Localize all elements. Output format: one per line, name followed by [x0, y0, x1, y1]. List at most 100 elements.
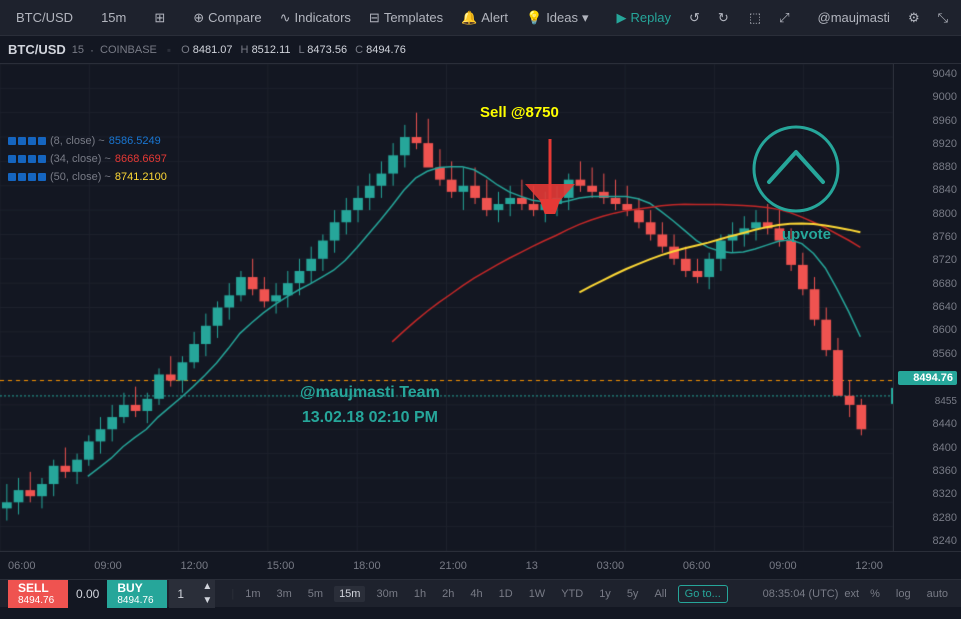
interval-grid-icon: ⊞ [154, 10, 165, 26]
quantity-up[interactable]: ▲ [199, 580, 215, 594]
time-0300: 03:00 [597, 560, 625, 572]
price-8920: 8920 [898, 138, 957, 150]
sell-annotation: Sell @8750 [480, 104, 559, 121]
price-8560: 8560 [898, 348, 957, 360]
time-1200: 12:00 [181, 560, 209, 572]
fullscreen-button[interactable]: ⤢ [771, 6, 797, 30]
open-value: 8481.07 [193, 44, 233, 56]
price-8720: 8720 [898, 254, 957, 266]
status-right: 08:35:04 (UTC) ext % log auto [763, 586, 953, 602]
interval-5m[interactable]: 5m [303, 586, 328, 602]
ideas-chevron: ▾ [582, 10, 589, 26]
ind-label-0: (8, close) ~ [50, 132, 105, 150]
low-label: L [299, 44, 305, 56]
price-8280: 8280 [898, 512, 957, 524]
indicators-button[interactable]: ∿ Indicators [272, 6, 359, 30]
sell-text: Sell @8750 [480, 104, 559, 121]
indicator-labels: (8, close) ~ 8586.5249 (34, close) ~ 866… [8, 132, 167, 186]
close-label: C [355, 44, 363, 56]
price-8640: 8640 [898, 301, 957, 313]
undo-icon: ↺ [689, 10, 700, 26]
log-button[interactable]: log [891, 586, 916, 602]
interval-selector[interactable]: 15m [93, 6, 134, 29]
price-8760: 8760 [898, 231, 957, 243]
interval-label: 15m [101, 10, 126, 25]
interval-1m[interactable]: 1m [240, 586, 265, 602]
sell-arrow [515, 134, 585, 219]
alert-button[interactable]: 🔔 Alert [453, 6, 516, 30]
user-menu[interactable]: @maujmasti [810, 6, 898, 29]
low-value: 8473.56 [307, 44, 347, 56]
sell-button[interactable]: SELL 8494.76 [8, 580, 68, 608]
price-8480: 8455 [898, 396, 957, 407]
team-annotation: @maujmasti Team 13.02.18 02:10 PM [300, 380, 440, 431]
close-value: 8494.76 [366, 44, 406, 56]
interval-1d[interactable]: 1D [494, 586, 518, 602]
redo-icon: ↻ [718, 10, 729, 26]
interval-30m[interactable]: 30m [371, 586, 402, 602]
price-9000: 9000 [898, 91, 957, 103]
price-9040: 9040 [898, 68, 957, 80]
expand-button[interactable]: ⤡ [930, 6, 956, 30]
quantity-arrows: ▲ ▼ [199, 580, 215, 608]
price-8400: 8400 [898, 442, 957, 454]
redo-button[interactable]: ↻ [710, 6, 737, 30]
time-0900: 09:00 [94, 560, 122, 572]
ideas-button[interactable]: 💡 Ideas ▾ [518, 6, 597, 30]
interval-5y[interactable]: 5y [622, 586, 644, 602]
ind-color-0 [8, 137, 16, 145]
alert-label: Alert [481, 10, 508, 25]
screenshot-button[interactable]: ⬚ [741, 6, 769, 30]
quantity-down[interactable]: ▼ [199, 594, 215, 608]
percent-button[interactable]: % [865, 586, 885, 602]
interval-icon-btn[interactable]: ⊞ [146, 6, 173, 30]
gear-icon: ⚙ [908, 10, 920, 26]
interval-3m[interactable]: 3m [272, 586, 297, 602]
time-1200b: 12:00 [855, 560, 883, 572]
interval-1h[interactable]: 1h [409, 586, 431, 602]
settings-button[interactable]: ⚙ [900, 6, 928, 30]
expand-icon: ⤡ [938, 10, 948, 26]
buy-button[interactable]: BUY 8494.76 [107, 580, 167, 608]
time-0900b: 09:00 [769, 560, 797, 572]
time-display: 08:35:04 (UTC) [763, 588, 839, 600]
separator-dot: · [90, 43, 94, 57]
ind-label-1: (34, close) ~ [50, 150, 111, 168]
time-1800: 18:00 [353, 560, 381, 572]
indicator-row-0: (8, close) ~ 8586.5249 [8, 132, 167, 150]
ohlc-values: O 8481.07 H 8512.11 L 8473.56 C 8494.76 [181, 44, 406, 56]
interval-4h[interactable]: 4h [465, 586, 487, 602]
price-8240: 8240 [898, 535, 957, 547]
time-0600: 06:00 [8, 560, 36, 572]
auto-button[interactable]: auto [922, 586, 953, 602]
price-8440: 8440 [898, 418, 957, 430]
upvote-text: upvote [782, 226, 831, 243]
chart-area: (8, close) ~ 8586.5249 (34, close) ~ 866… [0, 64, 961, 551]
upvote-circle [751, 124, 841, 214]
interval-1w[interactable]: 1W [524, 586, 551, 602]
mid-value: 0.00 [68, 580, 107, 608]
interval-15m[interactable]: 15m [334, 586, 365, 602]
templates-button[interactable]: ⊟ Templates [361, 6, 451, 30]
alert-icon: 🔔 [461, 10, 477, 26]
indicator-row-2: (50, close) ~ 8741.2100 [8, 168, 167, 186]
price-8880: 8880 [898, 161, 957, 173]
status-bar: SELL 8494.76 0.00 BUY 8494.76 1 ▲ ▼ | 1m… [0, 579, 961, 607]
sell-label: SELL [18, 581, 49, 595]
ind-value-1: 8668.6697 [115, 150, 167, 168]
time-0600b: 06:00 [683, 560, 711, 572]
compare-label: Compare [208, 10, 261, 25]
replay-button[interactable]: ▶ Replay [609, 6, 679, 30]
interval-all[interactable]: All [649, 586, 671, 602]
goto-button[interactable]: Go to... [678, 585, 728, 603]
interval-1y[interactable]: 1y [594, 586, 616, 602]
interval-2h[interactable]: 2h [437, 586, 459, 602]
symbol-selector[interactable]: BTC/USD [8, 6, 81, 29]
price-current: 8494.76 [898, 371, 957, 385]
undo-button[interactable]: ↺ [681, 6, 708, 30]
price-8600: 8600 [898, 324, 957, 336]
interval-ytd[interactable]: YTD [556, 586, 588, 602]
quantity-value: 1 [169, 580, 199, 608]
ideas-icon: 💡 [526, 10, 542, 26]
compare-button[interactable]: ⊕ Compare [185, 6, 269, 30]
